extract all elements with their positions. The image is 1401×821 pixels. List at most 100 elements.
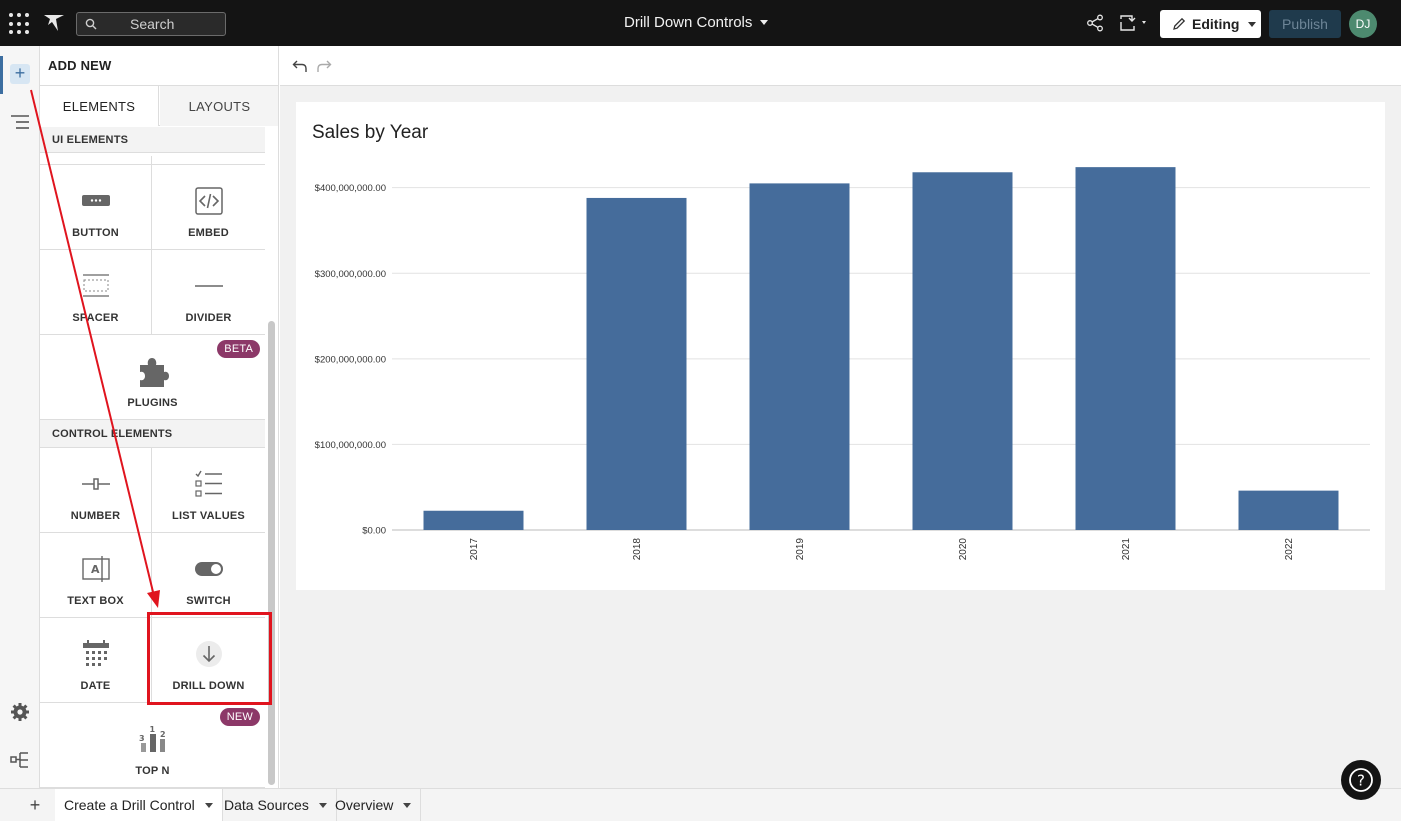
embed-tile-label: EMBED (188, 227, 229, 239)
svg-text:3: 3 (139, 734, 145, 743)
chevron-down-icon[interactable] (204, 802, 213, 808)
slider-icon (81, 478, 110, 490)
add-new-icon[interactable]: + (10, 64, 30, 84)
embed-tile[interactable]: EMBED (152, 165, 265, 250)
page-tab-overview[interactable]: Overview (326, 789, 422, 821)
editing-mode-button[interactable]: Editing (1160, 10, 1261, 38)
chart-card[interactable]: $0.00 $100,000,000.00 $200,000,000.00 $300,… (296, 102, 1385, 590)
tab-layouts[interactable]: LAYOUTS (160, 86, 278, 126)
bar-2020 (912, 172, 1013, 530)
x-tick-label: 2017 (469, 538, 480, 561)
x-tick-label: 2019 (795, 538, 806, 561)
undo-toolbar (280, 46, 1401, 86)
divider-tile[interactable]: DIVIDER (152, 250, 265, 335)
share-icon[interactable] (1086, 14, 1104, 32)
toggle-icon (194, 562, 223, 576)
podium-icon: 1 3 2 (139, 725, 166, 752)
y-tick-label: $200,000,000.00 (315, 354, 386, 365)
redo-icon[interactable] (316, 58, 332, 74)
bar-2019 (749, 183, 850, 530)
x-tick-label: 2020 (958, 538, 969, 561)
number-tile-label: NUMBER (70, 510, 121, 522)
tile-row-stub (40, 156, 265, 165)
document-title-menu[interactable]: Drill Down Controls (624, 14, 769, 31)
page-tab-label: Create a Drill Control (64, 797, 195, 813)
pencil-icon (1173, 17, 1186, 30)
svg-text:?: ? (1357, 772, 1365, 790)
avatar[interactable]: DJ (1349, 10, 1377, 38)
bar-2018 (586, 197, 687, 530)
ui-elements-section-label: UI ELEMENTS (40, 127, 265, 153)
undo-icon[interactable] (292, 58, 308, 74)
panel-scrollbar[interactable] (268, 321, 275, 785)
apps-grid-icon[interactable] (9, 13, 31, 35)
switch-tile-label: SWITCH (186, 595, 231, 607)
list-values-tile[interactable]: LIST VALUES (152, 448, 265, 533)
logo-icon[interactable] (42, 11, 66, 35)
tab-elements[interactable]: ELEMENTS (40, 86, 159, 126)
text-box-icon: A (81, 556, 110, 582)
y-tick-label: $300,000,000.00 (315, 269, 386, 280)
number-tile[interactable]: NUMBER (40, 448, 152, 533)
checklist-icon (194, 470, 222, 497)
spacer-icon (82, 274, 109, 297)
text-box-tile[interactable]: A TEXT BOX (40, 533, 152, 618)
top-n-tile[interactable]: NEW 1 3 2 TOP N (40, 703, 265, 788)
divider-tile-label: DIVIDER (185, 312, 232, 324)
code-icon (194, 187, 223, 215)
search-icon (85, 18, 97, 30)
chevron-down-icon (760, 20, 769, 25)
spacer-tile-label: SPACER (72, 312, 119, 324)
button-tile[interactable]: BUTTON (40, 165, 152, 250)
new-badge: NEW (219, 708, 260, 726)
page-tab-label: Data Sources (224, 797, 309, 813)
y-tick-label: $0.00 (362, 526, 386, 537)
hierarchy-icon[interactable] (10, 750, 30, 770)
spacer-tile[interactable]: SPACER (40, 250, 152, 335)
left-rail: + (0, 46, 40, 788)
button-tile-label: BUTTON (72, 227, 119, 239)
bar-chart: $0.00 $100,000,000.00 $200,000,000.00 $300,… (315, 167, 1370, 561)
page-tabs-bar: + Create a Drill Control Data Sources Ov… (0, 788, 1401, 821)
plugins-tile-label: PLUGINS (127, 397, 178, 409)
beta-badge: BETA (217, 340, 260, 358)
button-icon (81, 195, 110, 206)
x-tick-label: 2022 (1284, 538, 1295, 561)
svg-text:2: 2 (160, 730, 166, 739)
x-tick-label: 2018 (632, 538, 643, 561)
page-tab-create-drill-control[interactable]: Create a Drill Control (55, 789, 223, 821)
gear-icon[interactable] (10, 702, 30, 722)
panel-tabs: ELEMENTS LAYOUTS (40, 85, 278, 126)
y-tick-label: $100,000,000.00 (315, 440, 386, 451)
y-tick-label: $400,000,000.00 (315, 183, 386, 194)
plugins-tile[interactable]: BETA PLUGINS (40, 335, 265, 420)
question-icon: ? (1349, 768, 1373, 792)
sync-icon[interactable] (1118, 14, 1150, 32)
editing-label: Editing (1192, 16, 1240, 32)
chevron-down-icon (1248, 21, 1257, 27)
text-box-tile-label: TEXT BOX (67, 595, 124, 607)
workbook-canvas: $0.00 $100,000,000.00 $200,000,000.00 $300,… (280, 46, 1401, 788)
date-tile[interactable]: DATE (40, 618, 152, 703)
chevron-down-icon[interactable] (403, 802, 412, 808)
outline-icon[interactable] (10, 114, 30, 132)
date-tile-label: DATE (80, 680, 111, 692)
switch-tile[interactable]: SWITCH (152, 533, 265, 618)
top-bar: Search Drill Down Controls Editing Publi… (0, 0, 1401, 46)
page-tab-data-sources[interactable]: Data Sources (215, 789, 337, 821)
document-title: Drill Down Controls (624, 14, 753, 31)
svg-text:A: A (91, 563, 100, 576)
add-page-button[interactable]: + (24, 794, 46, 816)
publish-button[interactable]: Publish (1269, 10, 1341, 38)
bar-2021 (1075, 167, 1176, 530)
annotation-highlight-box (147, 612, 272, 705)
bar-2017 (423, 510, 524, 530)
help-button[interactable]: ? (1341, 760, 1381, 800)
divider-icon (194, 285, 223, 287)
control-elements-section-label: CONTROL ELEMENTS (40, 420, 265, 448)
panel-title: ADD NEW (48, 58, 112, 73)
top-n-tile-label: TOP N (135, 765, 170, 777)
chart-title: Sales by Year (312, 122, 429, 143)
x-tick-label: 2021 (1121, 538, 1132, 561)
search-input[interactable]: Search (76, 12, 226, 36)
